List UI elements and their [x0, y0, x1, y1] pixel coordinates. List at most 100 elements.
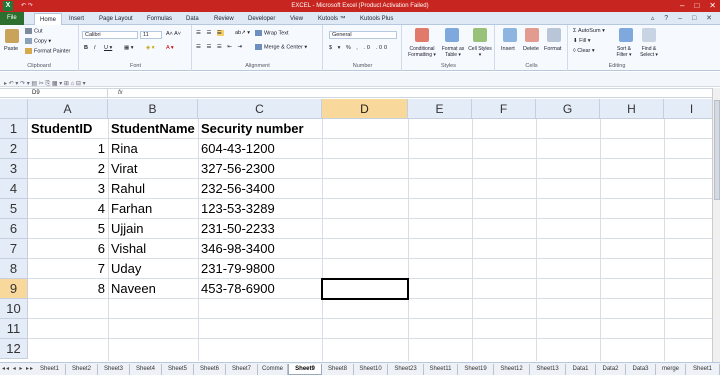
cell-a6[interactable]: 5	[28, 219, 108, 239]
cell-a3[interactable]: 2	[28, 159, 108, 179]
paste-icon[interactable]	[5, 29, 19, 43]
selected-cell-d9[interactable]	[321, 278, 409, 300]
cell-b4[interactable]: Rahul	[108, 179, 198, 199]
underline-button[interactable]: U ▾	[104, 45, 112, 52]
sheet-tab[interactable]: Sheet12	[494, 364, 530, 375]
row-header-8[interactable]: 8	[0, 259, 28, 279]
cell-b1[interactable]: StudentName	[108, 119, 198, 139]
cell-a9[interactable]: 8	[28, 279, 108, 299]
tab-kutools[interactable]: Kutools ™	[318, 13, 346, 25]
cell-a4[interactable]: 3	[28, 179, 108, 199]
format-as-table-button[interactable]: Format as Table ▾	[441, 46, 465, 58]
cell-a7[interactable]: 6	[28, 239, 108, 259]
copy-button[interactable]: Copy ▾	[25, 38, 51, 45]
format-button[interactable]: Format	[544, 46, 561, 53]
fx-icon[interactable]: fx	[118, 89, 123, 98]
sheet-tab[interactable]: Sheet4	[130, 364, 162, 375]
cell-a1[interactable]: StudentID	[28, 119, 108, 139]
font-name-select[interactable]: Calibri	[82, 31, 138, 39]
cell-c3[interactable]: 327-56-2300	[198, 159, 322, 179]
cell-c7[interactable]: 346-98-3400	[198, 239, 322, 259]
sheet-tab[interactable]: Sheet7	[226, 364, 258, 375]
cell-b3[interactable]: Virat	[108, 159, 198, 179]
sheet-nav-arrows[interactable]: ◂◂ ◂ ▸ ▸▸	[2, 363, 34, 376]
row-header-1[interactable]: 1	[0, 119, 28, 139]
name-box[interactable]: D9	[0, 89, 108, 98]
sheet-tab[interactable]: Sheet13	[530, 364, 566, 375]
column-header-a[interactable]: A	[28, 99, 108, 119]
vertical-scrollbar[interactable]	[712, 88, 720, 363]
column-header-c[interactable]: C	[198, 99, 322, 119]
cell-c8[interactable]: 231-79-9800	[198, 259, 322, 279]
tab-view[interactable]: View	[290, 13, 303, 25]
tab-insert[interactable]: Insert	[69, 13, 84, 25]
tab-review[interactable]: Review	[214, 13, 234, 25]
sheet-tab[interactable]: Comme	[258, 364, 288, 375]
cell-c4[interactable]: 232-56-3400	[198, 179, 322, 199]
orientation-button[interactable]: ab↗ ▾	[235, 30, 250, 37]
sheet-tab[interactable]: Sheet6	[194, 364, 226, 375]
cut-button[interactable]: Cut	[25, 28, 43, 35]
column-header-e[interactable]: E	[408, 99, 472, 119]
cell-b9[interactable]: Naveen	[108, 279, 198, 299]
cell-c2[interactable]: 604-43-1200	[198, 139, 322, 159]
column-header-f[interactable]: F	[472, 99, 536, 119]
column-header-h[interactable]: H	[600, 99, 664, 119]
sheet-tab[interactable]: Data3	[626, 364, 656, 375]
tab-page-layout[interactable]: Page Layout	[99, 13, 133, 25]
sheet-tab[interactable]: Sheet1	[686, 364, 720, 375]
sheet-tab[interactable]: Data1	[566, 364, 596, 375]
ribbon-window-icons[interactable]: ▵ ? – □ ✕	[651, 13, 716, 24]
sheet-tab[interactable]: Sheet5	[162, 364, 194, 375]
find-select-button[interactable]: Find & Select ▾	[637, 46, 661, 58]
horizontal-align-buttons[interactable]: ☰ ☰ ☰ ⇤ ⇥	[196, 44, 244, 51]
spreadsheet-grid[interactable]: A B C D E F G H I 1 2 3 4 5 6 7 8 9 10 1…	[0, 99, 720, 361]
font-color-button[interactable]: A ▾	[166, 45, 174, 52]
qat-icons[interactable]: ▸ ↶ ▾ ↷ ▾ ▤ ✂ ⎘ ▦ ▾ ⊞ ⌂ ⊟ ▾	[4, 81, 86, 87]
sheet-tab[interactable]: Sheet3	[98, 364, 130, 375]
row-header-9[interactable]: 9	[0, 279, 28, 299]
scrollbar-thumb[interactable]	[714, 100, 720, 200]
number-format-select[interactable]: General	[329, 31, 397, 39]
select-all-corner[interactable]	[0, 99, 28, 119]
row-header-10[interactable]: 10	[0, 299, 28, 319]
tab-home[interactable]: Home	[34, 13, 63, 25]
conditional-formatting-button[interactable]: Conditional Formatting ▾	[405, 46, 439, 58]
sheet-tab[interactable]: Sheet11	[424, 364, 458, 375]
sheet-tab[interactable]: Sheet1	[34, 364, 66, 375]
formula-input[interactable]	[132, 89, 712, 98]
merge-center-button[interactable]: Merge & Center ▾	[255, 44, 307, 51]
column-header-g[interactable]: G	[536, 99, 600, 119]
column-header-b[interactable]: B	[108, 99, 198, 119]
close-button[interactable]: ✕	[709, 0, 716, 12]
column-header-d[interactable]: D	[322, 99, 408, 119]
row-header-7[interactable]: 7	[0, 239, 28, 259]
row-header-3[interactable]: 3	[0, 159, 28, 179]
sheet-tab-active[interactable]: Sheet9	[288, 364, 322, 375]
paste-button[interactable]: Paste	[4, 46, 18, 53]
tab-data[interactable]: Data	[186, 13, 199, 25]
tab-kutools-plus[interactable]: Kutools Plus	[360, 13, 393, 25]
font-size-select[interactable]: 11	[140, 31, 162, 39]
vertical-align-buttons[interactable]: ☰ ☰ ☰	[196, 30, 224, 37]
row-header-6[interactable]: 6	[0, 219, 28, 239]
row-header-5[interactable]: 5	[0, 199, 28, 219]
cell-b7[interactable]: Vishal	[108, 239, 198, 259]
italic-button[interactable]: I	[94, 45, 96, 52]
wrap-text-button[interactable]: Wrap Text	[255, 30, 289, 37]
cell-c5[interactable]: 123-53-3289	[198, 199, 322, 219]
maximize-button[interactable]: □	[694, 0, 699, 12]
cell-b2[interactable]: Rina	[108, 139, 198, 159]
row-header-4[interactable]: 4	[0, 179, 28, 199]
cell-c1[interactable]: Security number	[198, 119, 322, 139]
cell-a2[interactable]: 1	[28, 139, 108, 159]
sheet-tab[interactable]: merge	[656, 364, 686, 375]
cell-b8[interactable]: Uday	[108, 259, 198, 279]
sheet-tab[interactable]: Sheet19	[458, 364, 494, 375]
sheet-tab[interactable]: Sheet8	[322, 364, 354, 375]
cell-c9[interactable]: 453-78-6900	[198, 279, 322, 299]
fill-color-button[interactable]: ◈ ▾	[146, 45, 155, 52]
delete-button[interactable]: Delete	[523, 46, 539, 53]
bold-button[interactable]: B	[84, 45, 88, 52]
cell-c6[interactable]: 231-50-2233	[198, 219, 322, 239]
